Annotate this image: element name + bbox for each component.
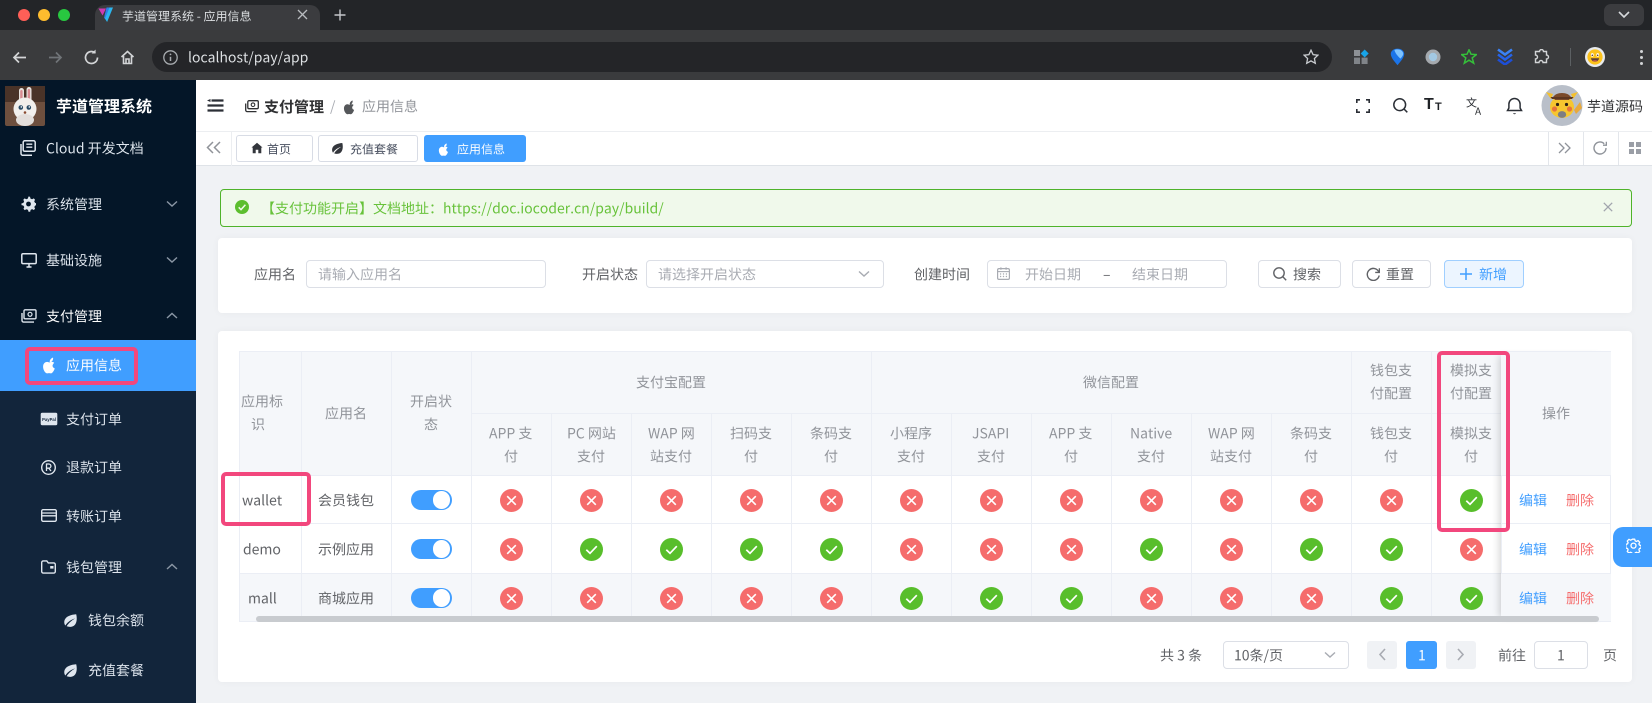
svg-text:PayPal: PayPal <box>42 417 56 422</box>
